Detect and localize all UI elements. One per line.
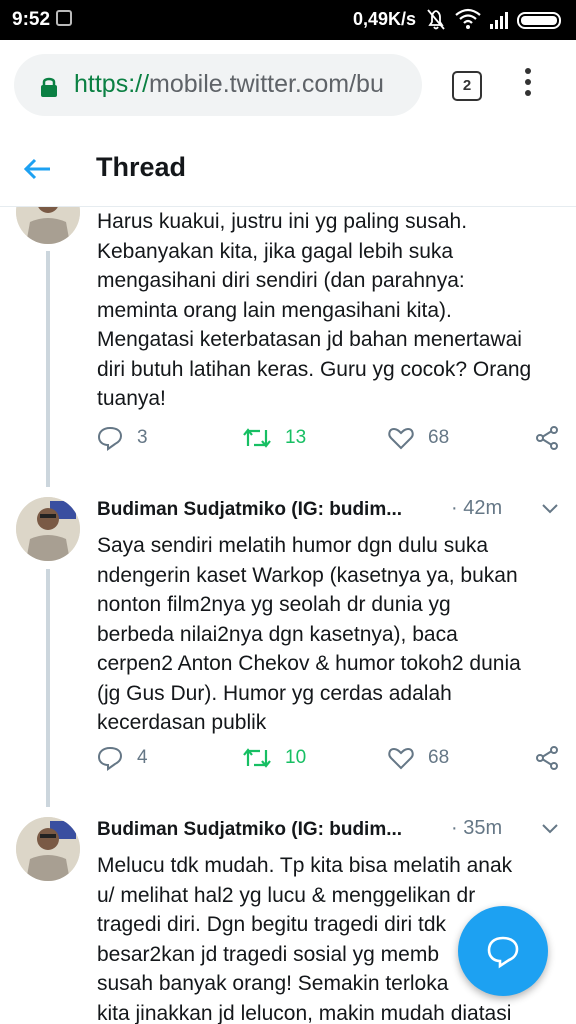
reply-button[interactable]: 4 xyxy=(97,743,148,773)
avatar[interactable] xyxy=(16,207,80,244)
thread-feed[interactable]: Harus kuakui, justru ini yg paling susah… xyxy=(0,207,576,1024)
network-speed: 0,49K/s xyxy=(353,9,417,29)
tweet-time[interactable]: · 42m xyxy=(451,497,502,520)
app-bar: Thread xyxy=(0,132,576,207)
avatar[interactable] xyxy=(16,497,80,561)
share-button[interactable] xyxy=(535,743,559,773)
app-notification-icon xyxy=(56,10,72,26)
tweet-text-line: nonton film2nya yg seolah dr dunia yg xyxy=(97,593,451,616)
signal-icon xyxy=(490,12,508,29)
status-icons xyxy=(427,8,561,30)
chevron-down-icon[interactable] xyxy=(541,823,559,835)
thread-connector xyxy=(46,569,50,807)
url-text[interactable]: https://mobile.twitter.com/bu xyxy=(74,70,410,99)
like-button[interactable]: 68 xyxy=(388,743,449,773)
tweet-text-line: kita jinakkan jd lelucon, makin mudah di… xyxy=(97,1001,512,1024)
url-host: mobile.twitter.com/bu xyxy=(149,70,384,98)
reply-count: 3 xyxy=(137,427,148,448)
share-button[interactable] xyxy=(535,423,559,453)
tweet-text-line: mengasihani diri sendiri (dan parahnya: xyxy=(97,269,465,292)
like-button[interactable]: 68 xyxy=(388,423,449,453)
tweet-time[interactable]: · 35m xyxy=(451,817,502,840)
status-bar: 9:52 0,49K/s xyxy=(0,0,576,40)
tweet-header: Budiman Sudjatmiko (IG: budim... · 42m xyxy=(97,497,565,527)
tweet-text-line: Saya sendiri melatih humor dgn dulu suka xyxy=(97,534,489,557)
compose-reply-icon xyxy=(487,936,519,969)
tab-switcher-button[interactable]: 2 xyxy=(452,71,482,101)
tweet-text: Saya sendiri melatih humor dgn dulu suka… xyxy=(97,531,567,738)
heart-icon xyxy=(388,427,414,450)
author-name[interactable]: Budiman Sudjatmiko (IG: budim... xyxy=(97,499,402,521)
tweet-text-line: cerpen2 Anton Chekov & humor tokoh2 duni… xyxy=(97,652,521,675)
heart-icon xyxy=(388,747,414,770)
tweet-text-line: berbeda nilai2nya dgn kasetnya), baca xyxy=(97,622,458,646)
back-arrow-icon[interactable] xyxy=(22,154,52,184)
tweet-text-line: Mengatasi keterbatasan jd bahan menertaw… xyxy=(97,328,522,351)
reply-icon xyxy=(97,426,123,451)
retweet-count: 10 xyxy=(285,747,307,768)
tweet-text-line: diri butuh latihan keras. Guru yg cocok?… xyxy=(97,357,532,381)
tweet-text-line: Kebanyakan kita, jika gagal lebih suka xyxy=(97,239,454,263)
tweet-text: Harus kuakui, justru ini yg paling susah… xyxy=(97,207,567,414)
page-title: Thread xyxy=(96,152,187,182)
tweet-text-line: (jg Gus Dur). Humor yg cerdas adalah xyxy=(97,681,452,705)
retweet-button[interactable]: 10 xyxy=(243,743,306,773)
retweet-button[interactable]: 13 xyxy=(243,423,306,453)
tweet-text-line: Harus kuakui, justru ini yg paling susah… xyxy=(97,210,468,233)
tweet-text-line: tuanya! xyxy=(97,387,166,410)
tweet-actions: 3 13 68 xyxy=(97,423,565,453)
share-icon xyxy=(536,746,558,770)
reply-button[interactable]: 3 xyxy=(97,423,148,453)
wifi-icon xyxy=(455,8,481,29)
tweet-1[interactable]: Harus kuakui, justru ini yg paling susah… xyxy=(0,207,576,487)
status-time: 9:52 xyxy=(12,9,51,30)
mute-icon xyxy=(427,9,445,30)
like-count: 68 xyxy=(428,427,450,448)
thread-connector xyxy=(46,251,50,487)
tweet-text-line: kecerdasan publik xyxy=(97,711,267,734)
reply-fab-button[interactable] xyxy=(458,906,548,996)
battery-icon xyxy=(517,12,561,29)
url-scheme: https:// xyxy=(74,70,150,98)
chevron-down-icon[interactable] xyxy=(541,503,559,515)
tweet-text-line: ndengerin kaset Warkop (kasetnya ya, buk… xyxy=(97,563,518,587)
reply-icon xyxy=(97,746,123,771)
retweet-count: 13 xyxy=(285,427,307,448)
lock-icon xyxy=(41,77,57,97)
reply-count: 4 xyxy=(137,747,148,768)
tweet-2[interactable]: Budiman Sudjatmiko (IG: budim... · 42m S… xyxy=(0,497,576,807)
avatar[interactable] xyxy=(16,817,80,881)
like-count: 68 xyxy=(428,747,450,768)
tweet-text-line: meminta orang lain mengasihani kita). xyxy=(97,298,452,322)
share-icon xyxy=(536,426,558,450)
retweet-icon xyxy=(243,748,271,768)
tweet-actions: 4 10 68 xyxy=(97,743,565,773)
browser-menu-button[interactable] xyxy=(518,68,538,104)
tweet-text-line: Melucu tdk mudah. Tp kita bisa melatih a… xyxy=(97,854,513,877)
author-name[interactable]: Budiman Sudjatmiko (IG: budim... xyxy=(97,819,402,841)
browser-toolbar: https://mobile.twitter.com/bu 2 xyxy=(0,40,576,132)
url-bar[interactable]: https://mobile.twitter.com/bu xyxy=(14,54,422,116)
tweet-header: Budiman Sudjatmiko (IG: budim... · 35m xyxy=(97,817,565,847)
retweet-icon xyxy=(243,428,271,448)
